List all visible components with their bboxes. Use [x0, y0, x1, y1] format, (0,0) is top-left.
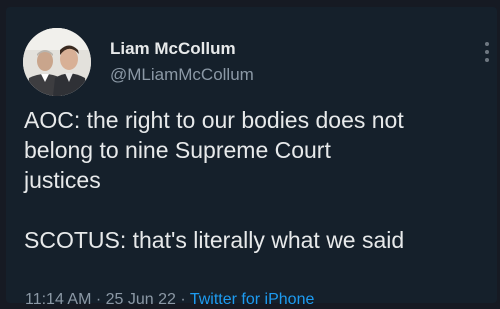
tweet-source-link[interactable]: Twitter for iPhone — [190, 291, 315, 308]
meta-separator: · — [175, 291, 190, 308]
tweet-text-line: justices — [24, 167, 101, 193]
avatar-photo-icon — [23, 28, 91, 96]
tweet-metadata: 11:14 AM · 25 Jun 22 · Twitter for iPhon… — [25, 290, 314, 309]
more-options-icon[interactable] — [482, 41, 492, 63]
tweet-body: AOC: the right to our bodies does not be… — [24, 105, 499, 255]
tweet-text-line: AOC: the right to our bodies does not — [24, 107, 404, 133]
tweet-text-line: SCOTUS: that's literally what we said — [24, 227, 405, 253]
tweet-time[interactable]: 11:14 AM — [25, 291, 91, 308]
author-display-name[interactable]: Liam McCollum — [110, 39, 236, 59]
author-handle[interactable]: @MLiamMcCollum — [110, 65, 254, 85]
author-avatar[interactable] — [23, 28, 91, 96]
tweet-date[interactable]: 25 Jun 22 — [106, 291, 176, 308]
tweet-card[interactable]: Liam McCollum @MLiamMcCollum AOC: the ri… — [6, 7, 499, 308]
screenshot-frame: Liam McCollum @MLiamMcCollum AOC: the ri… — [0, 0, 500, 309]
meta-separator: · — [91, 291, 106, 308]
tweet-text-line: belong to nine Supreme Court — [24, 137, 331, 163]
